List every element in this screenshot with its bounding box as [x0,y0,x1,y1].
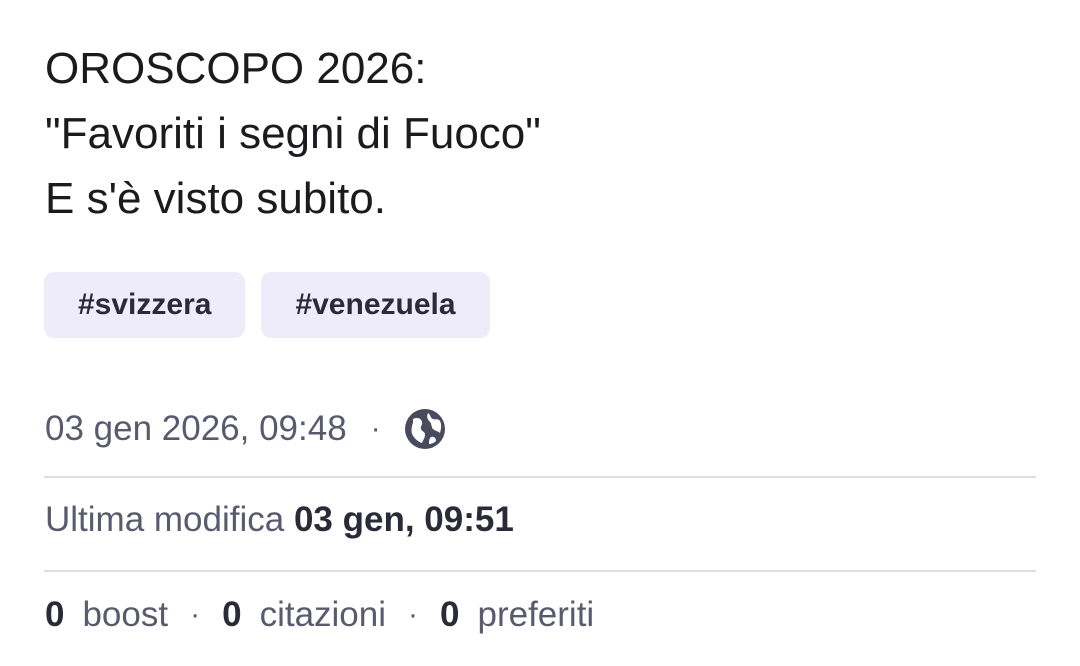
globe-icon[interactable] [403,407,447,451]
meta-separator: · [370,412,381,445]
favourites-count: 0 [440,595,460,634]
boosts-stat[interactable]: 0 boost [45,595,168,635]
edit-history[interactable]: Ultima modifica 03 gen, 09:51 [45,500,514,540]
post-stats: 0 boost · 0 citazioni · 0 preferiti [45,595,594,635]
stats-separator: · [408,598,419,631]
post-content-line: "Favoriti i segni di Fuoco" [45,109,541,158]
boosts-label: boost [82,595,169,634]
hashtag-bar: #svizzera #venezuela [44,272,490,338]
edited-label: Ultima modifica [45,500,294,539]
post-detail: OROSCOPO 2026: "Favoriti i segni di Fuoc… [0,0,1080,666]
post-content-line: E s'è visto subito. [45,174,386,223]
divider [44,476,1036,478]
post-meta: 03 gen 2026, 09:48 · [45,404,447,454]
post-content: OROSCOPO 2026: "Favoriti i segni di Fuoc… [45,36,541,231]
stats-separator: · [190,598,201,631]
hashtag-svizzera[interactable]: #svizzera [44,272,246,338]
divider [44,570,1036,572]
quotes-stat[interactable]: 0 citazioni [222,595,386,635]
post-content-line: OROSCOPO 2026: [45,44,427,93]
boosts-count: 0 [45,595,65,634]
favourites-label: preferiti [477,595,595,634]
post-timestamp[interactable]: 03 gen 2026, 09:48 [45,409,347,449]
edited-time: 03 gen, 09:51 [293,500,514,539]
quotes-label: citazioni [259,595,387,634]
quotes-count: 0 [222,595,242,634]
hashtag-venezuela[interactable]: #venezuela [261,272,490,338]
favourites-stat[interactable]: 0 preferiti [440,595,594,635]
